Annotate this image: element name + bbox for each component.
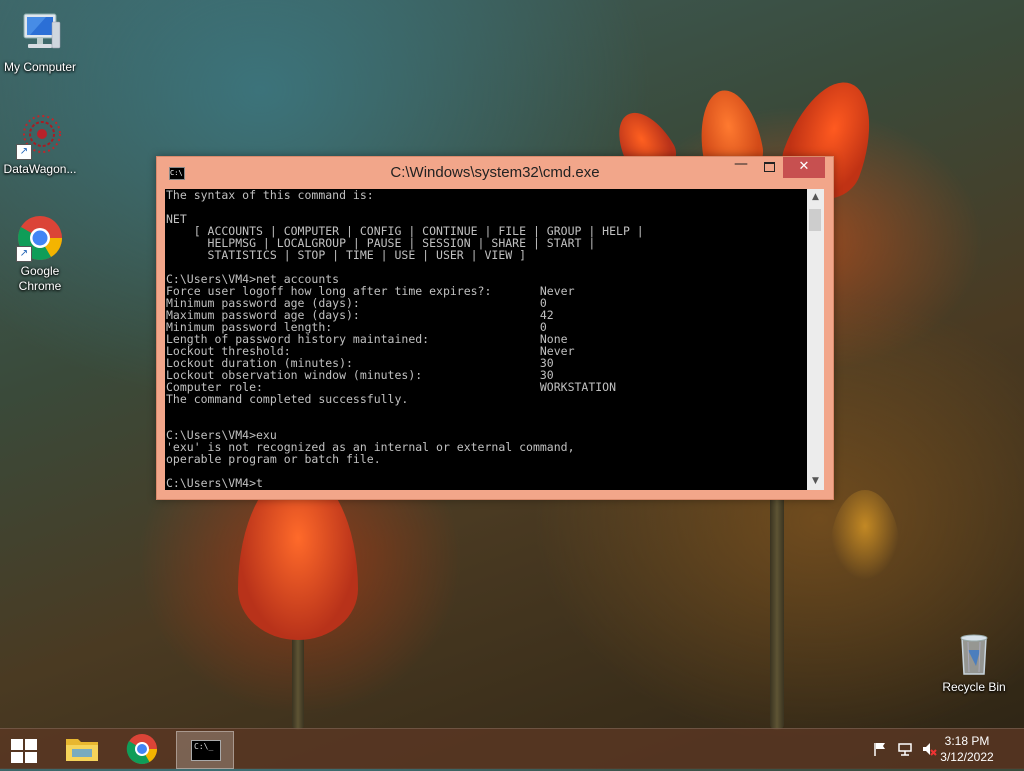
scroll-up-button[interactable]: ▲: [807, 189, 824, 206]
desktop-icon-recycle-bin[interactable]: Recycle Bin: [934, 630, 1014, 695]
computer-icon: [16, 10, 64, 58]
taskbar-file-explorer[interactable]: [54, 731, 110, 767]
window-titlebar[interactable]: C:\ C:\Windows\system32\cmd.exe — ✕: [157, 157, 833, 189]
windows-logo-icon: [11, 739, 23, 750]
shortcut-arrow-icon: ↗: [16, 246, 32, 262]
shortcut-arrow-icon: ↗: [16, 144, 32, 160]
desktop-icon-datawagon[interactable]: ↗ DataWagon...: [0, 112, 80, 177]
close-button[interactable]: ✕: [783, 157, 825, 178]
console-text: The syntax of this command is: NET [ ACC…: [166, 189, 644, 490]
desktop-icon-google-chrome[interactable]: ↗ Google Chrome: [0, 214, 80, 294]
taskbar-cmd[interactable]: C:\_: [176, 731, 234, 769]
desktop-icon-label: DataWagon...: [3, 162, 77, 176]
flag-icon[interactable]: [872, 741, 888, 757]
tulip-petal: [830, 490, 900, 580]
clock-date: 3/12/2022: [940, 750, 994, 764]
folder-icon: [66, 739, 98, 761]
recycle-bin-icon: [950, 630, 998, 678]
scrollbar-thumb[interactable]: [809, 209, 821, 231]
start-button[interactable]: [8, 737, 40, 763]
cmd-icon: C:\_: [191, 740, 221, 761]
datawagon-icon: ↗: [16, 112, 64, 160]
scroll-down-button[interactable]: ▼: [807, 473, 824, 490]
taskbar-chrome[interactable]: [114, 731, 170, 767]
taskbar-clock[interactable]: 3:18 PM 3/12/2022: [932, 733, 1002, 765]
tulip-stem: [770, 480, 784, 730]
chrome-icon: [126, 734, 157, 765]
desktop-icon-label: Recycle Bin: [942, 680, 1006, 694]
desktop-icon-label: My Computer: [3, 60, 77, 74]
clock-time: 3:18 PM: [944, 734, 990, 748]
network-icon[interactable]: [897, 741, 913, 757]
maximize-button[interactable]: [755, 157, 783, 178]
console-output[interactable]: The syntax of this command is: NET [ ACC…: [165, 189, 807, 490]
chrome-icon: ↗: [16, 214, 64, 262]
taskbar: C:\_ 3:18 PM 3/12/2022: [0, 728, 1024, 769]
cmd-window[interactable]: C:\ C:\Windows\system32\cmd.exe — ✕ The …: [156, 156, 834, 500]
desktop-icon-my-computer[interactable]: My Computer: [0, 10, 80, 75]
vertical-scrollbar[interactable]: ▲ ▼: [807, 189, 824, 490]
maximize-icon: [763, 162, 775, 172]
desktop-icon-label: Google Chrome: [18, 264, 62, 293]
minimize-button[interactable]: —: [727, 157, 755, 178]
